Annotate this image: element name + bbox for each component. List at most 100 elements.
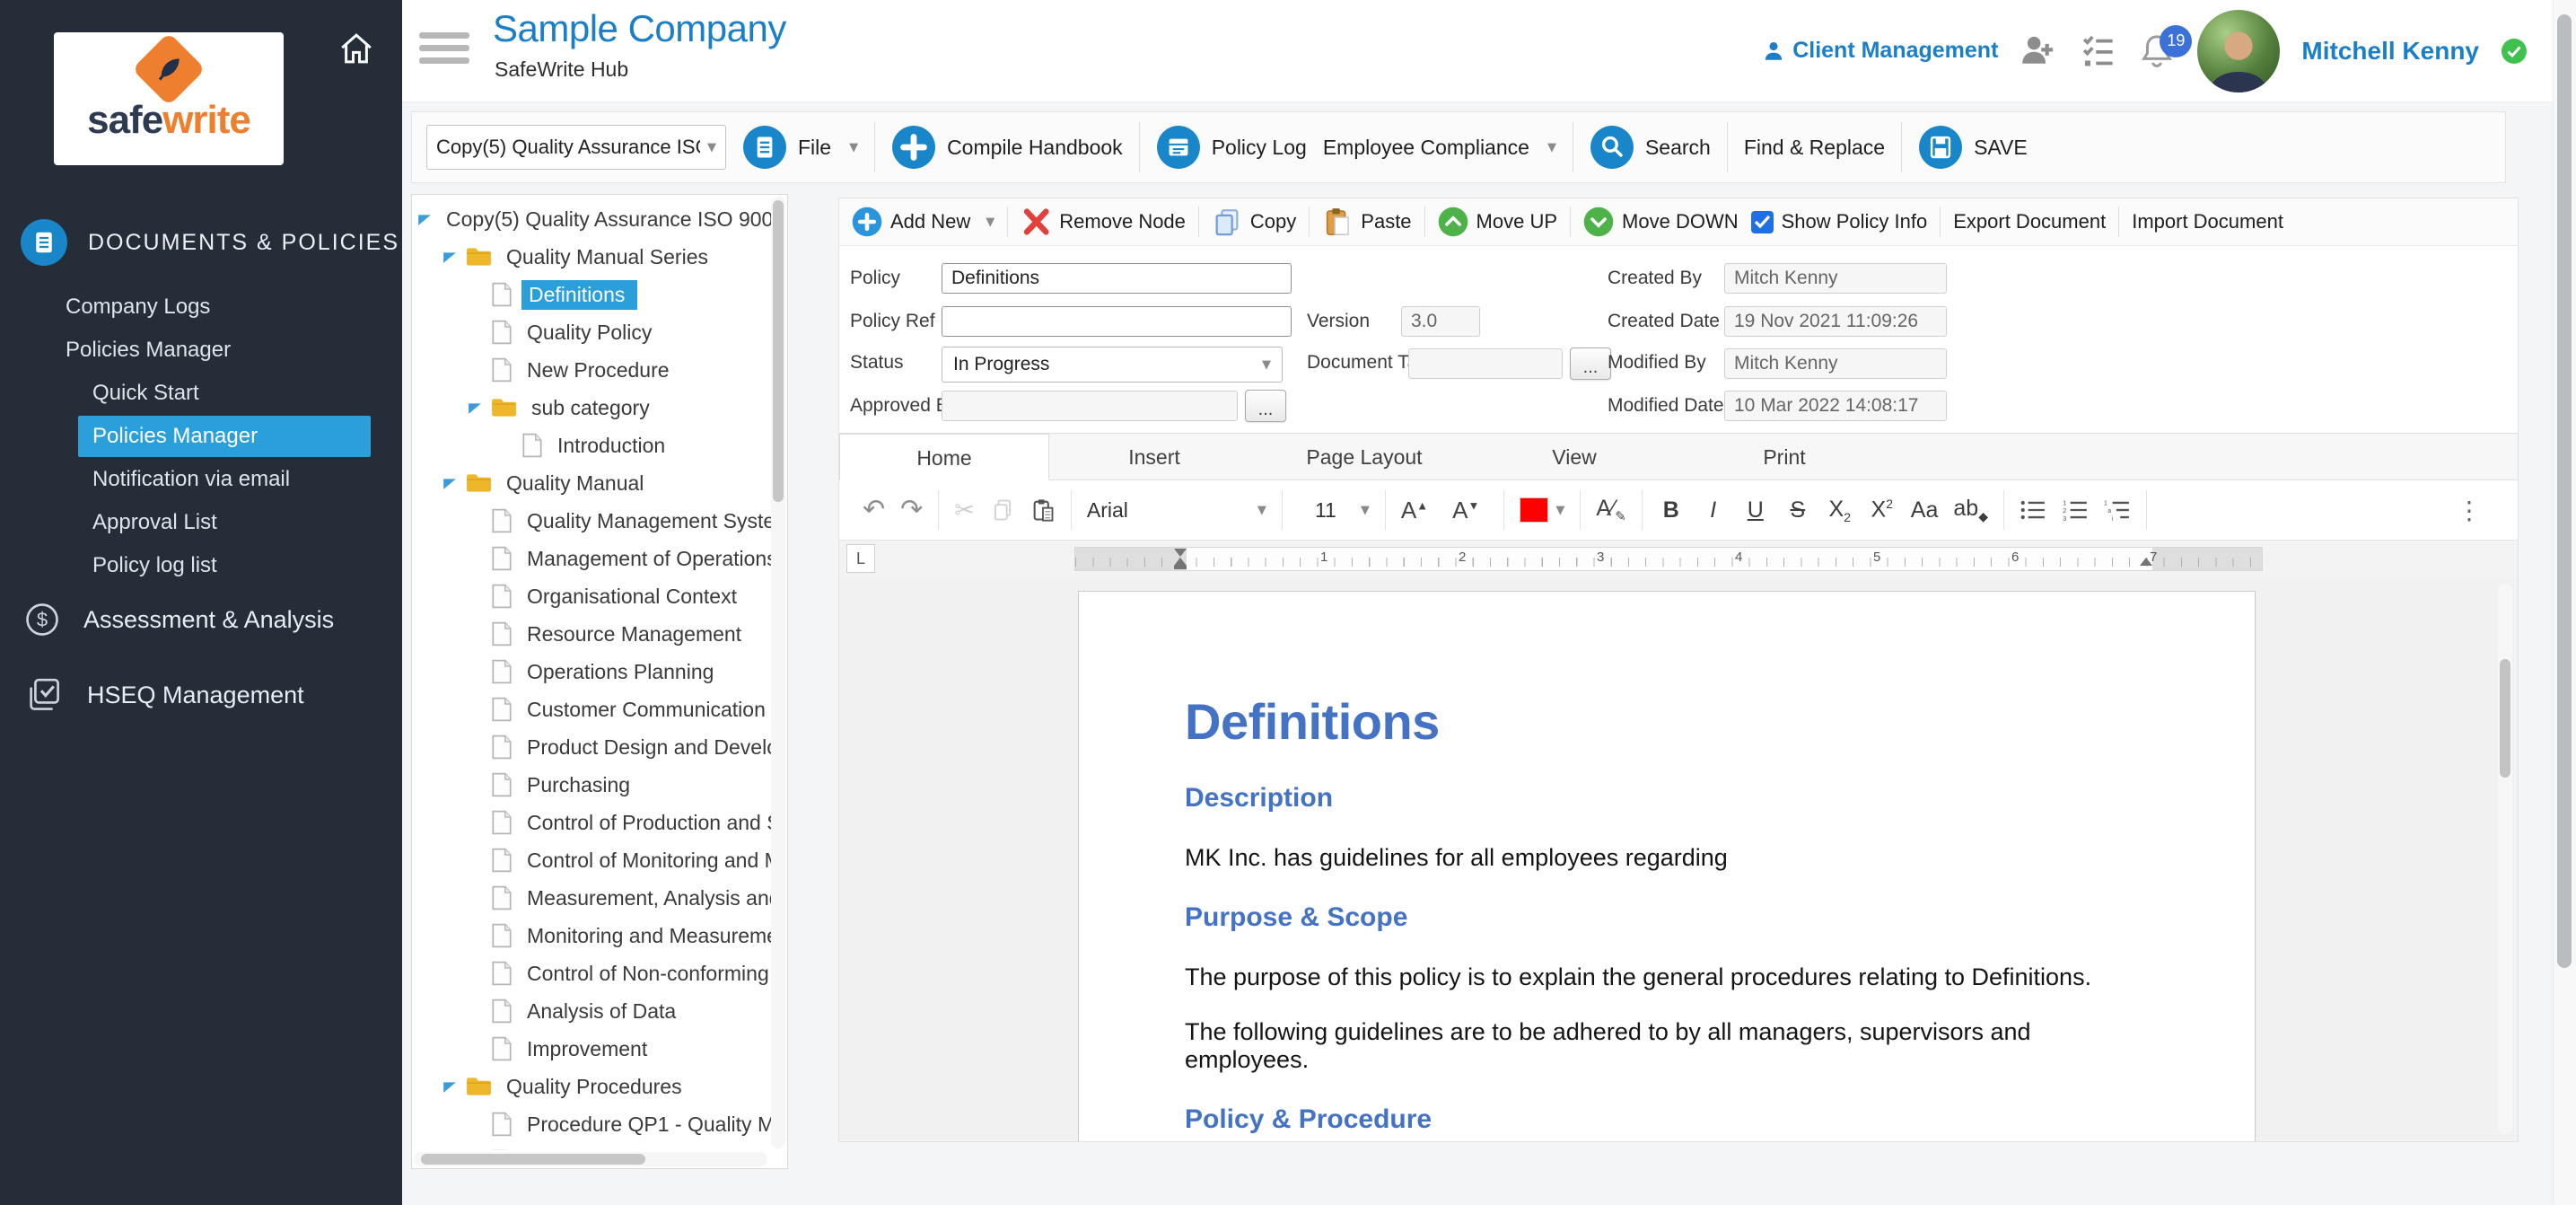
tree-expander-icon[interactable]: [442, 1079, 457, 1094]
strikethrough-icon[interactable]: S: [1784, 497, 1811, 523]
font-color-picker[interactable]: ▼: [1520, 497, 1564, 523]
decrease-font-icon[interactable]: A▼: [1452, 497, 1488, 524]
approved-by-browse-button[interactable]: ...: [1245, 390, 1286, 422]
sidebar-item-policy-log-list[interactable]: Policy log list: [0, 544, 402, 587]
add-new-button[interactable]: Add New ▼: [852, 207, 994, 237]
sidebar-item-policies-manager[interactable]: Policies Manager: [78, 416, 371, 457]
sidebar-item-policies-manager[interactable]: Policies Manager: [0, 329, 402, 372]
sidebar-item-hseq-management[interactable]: HSEQ Management: [0, 673, 304, 717]
sidebar-item-quick-start[interactable]: Quick Start: [0, 372, 402, 415]
copy-icon[interactable]: [990, 497, 1015, 523]
superscript-icon[interactable]: X2: [1869, 497, 1896, 523]
cut-icon[interactable]: ✂: [954, 498, 975, 523]
editor-scrollbar[interactable]: [2498, 584, 2512, 1134]
paste-icon[interactable]: [1030, 497, 1056, 523]
tab-print[interactable]: Print: [1679, 434, 1889, 479]
left-indent-marker[interactable]: [1174, 558, 1187, 566]
move-down-button[interactable]: Move DOWN: [1583, 207, 1739, 237]
find-replace-button[interactable]: Find & Replace: [1744, 136, 1885, 160]
tree-vertical-scrollbar[interactable]: [771, 197, 785, 1148]
notifications-bell-icon[interactable]: 19: [2138, 24, 2193, 70]
remove-node-button[interactable]: Remove Node: [1021, 207, 1186, 237]
policy-log-button[interactable]: Policy Log: [1156, 125, 1307, 170]
tree-node-quality-procedures[interactable]: Quality Procedures: [412, 1068, 771, 1105]
tree-node-measurement-analysis-and-impro[interactable]: Measurement, Analysis and Impro: [412, 879, 771, 917]
tree-node-copy-5-quality-assurance-iso-9001-2015[interactable]: Copy(5) Quality Assurance ISO 9001:2015: [412, 200, 771, 238]
copy-button[interactable]: Copy: [1212, 207, 1296, 237]
sidebar-item-notification-via-email[interactable]: Notification via email: [0, 458, 402, 501]
numbered-list-icon[interactable]: 123: [2062, 498, 2089, 522]
document-page[interactable]: Definitions Description MK Inc. has guidel…: [1078, 591, 2256, 1141]
user-avatar[interactable]: [2197, 9, 2281, 92]
approved-by-input[interactable]: [942, 391, 1238, 421]
document-select[interactable]: Copy(5) Quality Assurance ISO 9 ▼: [426, 125, 726, 170]
tab-home[interactable]: Home: [839, 434, 1049, 480]
italic-icon[interactable]: I: [1700, 497, 1727, 523]
redo-icon[interactable]: ↷: [900, 497, 923, 523]
tree-node-procedure-qp2-document-dat[interactable]: Procedure QP2 - Document & Dat: [412, 1143, 771, 1151]
import-document-button[interactable]: Import Document: [2132, 210, 2283, 233]
underline-icon[interactable]: U: [1742, 497, 1769, 523]
change-case-icon[interactable]: Aa: [1911, 497, 1939, 523]
file-button[interactable]: File ▼: [742, 125, 858, 170]
tree-expander-icon[interactable]: [468, 400, 482, 415]
move-up-button[interactable]: Move UP: [1438, 207, 1557, 237]
tree-node-resource-management[interactable]: Resource Management: [412, 615, 771, 653]
tree-node-organisational-context[interactable]: Organisational Context: [412, 577, 771, 615]
policy-ref-input[interactable]: [942, 306, 1292, 337]
paste-button[interactable]: Paste: [1322, 207, 1412, 237]
search-button[interactable]: Search: [1590, 125, 1711, 170]
tab-stop-selector[interactable]: L: [846, 544, 875, 573]
tree-node-improvement[interactable]: Improvement: [412, 1030, 771, 1068]
left-indent-box-marker[interactable]: [1174, 566, 1187, 569]
tree-node-procedure-qp1-quality-manager[interactable]: Procedure QP1 - Quality Manager: [412, 1105, 771, 1143]
tree-node-definitions[interactable]: Definitions: [412, 276, 771, 313]
tab-page-layout[interactable]: Page Layout: [1259, 434, 1469, 479]
sidebar-item-approval-list[interactable]: Approval List: [0, 501, 402, 544]
undo-icon[interactable]: ↶: [863, 497, 885, 523]
show-policy-info-checkbox[interactable]: Show Policy Info: [1750, 210, 1927, 233]
tree-expander-icon[interactable]: [442, 250, 457, 264]
add-user-icon[interactable]: [2020, 32, 2057, 70]
bold-icon[interactable]: B: [1658, 497, 1685, 523]
sidebar-item-assessment-analysis[interactable]: $ Assessment & Analysis: [0, 600, 334, 639]
document-tag-browse-button[interactable]: ...: [1570, 347, 1611, 380]
tree-node-quality-management-system[interactable]: Quality Management System: [412, 502, 771, 540]
export-document-button[interactable]: Export Document: [1953, 210, 2106, 233]
tree-expander-icon[interactable]: [417, 212, 432, 226]
employee-compliance-button[interactable]: Employee Compliance ▼: [1323, 136, 1556, 160]
tree-expander-icon[interactable]: [442, 476, 457, 490]
sidebar-item-company-logs[interactable]: Company Logs: [0, 286, 402, 329]
font-name-select[interactable]: Arial ▼: [1087, 498, 1266, 523]
hamburger-menu-icon[interactable]: [419, 32, 469, 70]
tree-node-purchasing[interactable]: Purchasing: [412, 766, 771, 804]
tree-node-quality-manual-series[interactable]: Quality Manual Series: [412, 238, 771, 276]
window-scrollbar[interactable]: [2553, 0, 2576, 1205]
tree-node-analysis-of-data[interactable]: Analysis of Data: [412, 992, 771, 1030]
bullet-list-icon[interactable]: [2020, 498, 2046, 522]
more-options-icon[interactable]: ⋮: [2457, 496, 2494, 525]
font-size-select[interactable]: 11 ▼: [1298, 498, 1370, 523]
highlight-icon[interactable]: ab◆: [1953, 496, 1988, 524]
tree-node-control-of-non-conforming-produc[interactable]: Control of Non-conforming Produc: [412, 954, 771, 992]
multilevel-list-icon[interactable]: 1ai: [2104, 498, 2131, 522]
tasks-checklist-icon[interactable]: [2079, 32, 2116, 70]
tree-node-sub-category[interactable]: sub category: [412, 389, 771, 427]
home-icon[interactable]: [337, 30, 375, 67]
client-management-link[interactable]: Client Management: [1762, 38, 1998, 64]
sidebar-section-documents-policies[interactable]: DOCUMENTS & POLICIES: [0, 219, 399, 266]
document-tag-input[interactable]: [1408, 348, 1563, 379]
tab-insert[interactable]: Insert: [1049, 434, 1259, 479]
tree-node-control-of-production-and-service[interactable]: Control of Production and Service: [412, 804, 771, 841]
tree-node-quality-policy[interactable]: Quality Policy: [412, 313, 771, 351]
compile-handbook-button[interactable]: Compile Handbook: [891, 125, 1123, 170]
save-button[interactable]: SAVE: [1918, 125, 2028, 170]
status-select[interactable]: In Progress ▼: [942, 347, 1283, 383]
tree-node-control-of-monitoring-and-measuri[interactable]: Control of Monitoring and Measuri: [412, 841, 771, 879]
tree-node-customer-communication[interactable]: Customer Communication: [412, 690, 771, 728]
tree-node-product-design-and-development[interactable]: Product Design and Development: [412, 728, 771, 766]
tree-node-operations-planning[interactable]: Operations Planning: [412, 653, 771, 690]
first-line-indent-marker[interactable]: [1174, 549, 1187, 557]
tree-horizontal-scrollbar[interactable]: [414, 1152, 767, 1166]
user-name[interactable]: Mitchell Kenny: [2301, 37, 2479, 66]
